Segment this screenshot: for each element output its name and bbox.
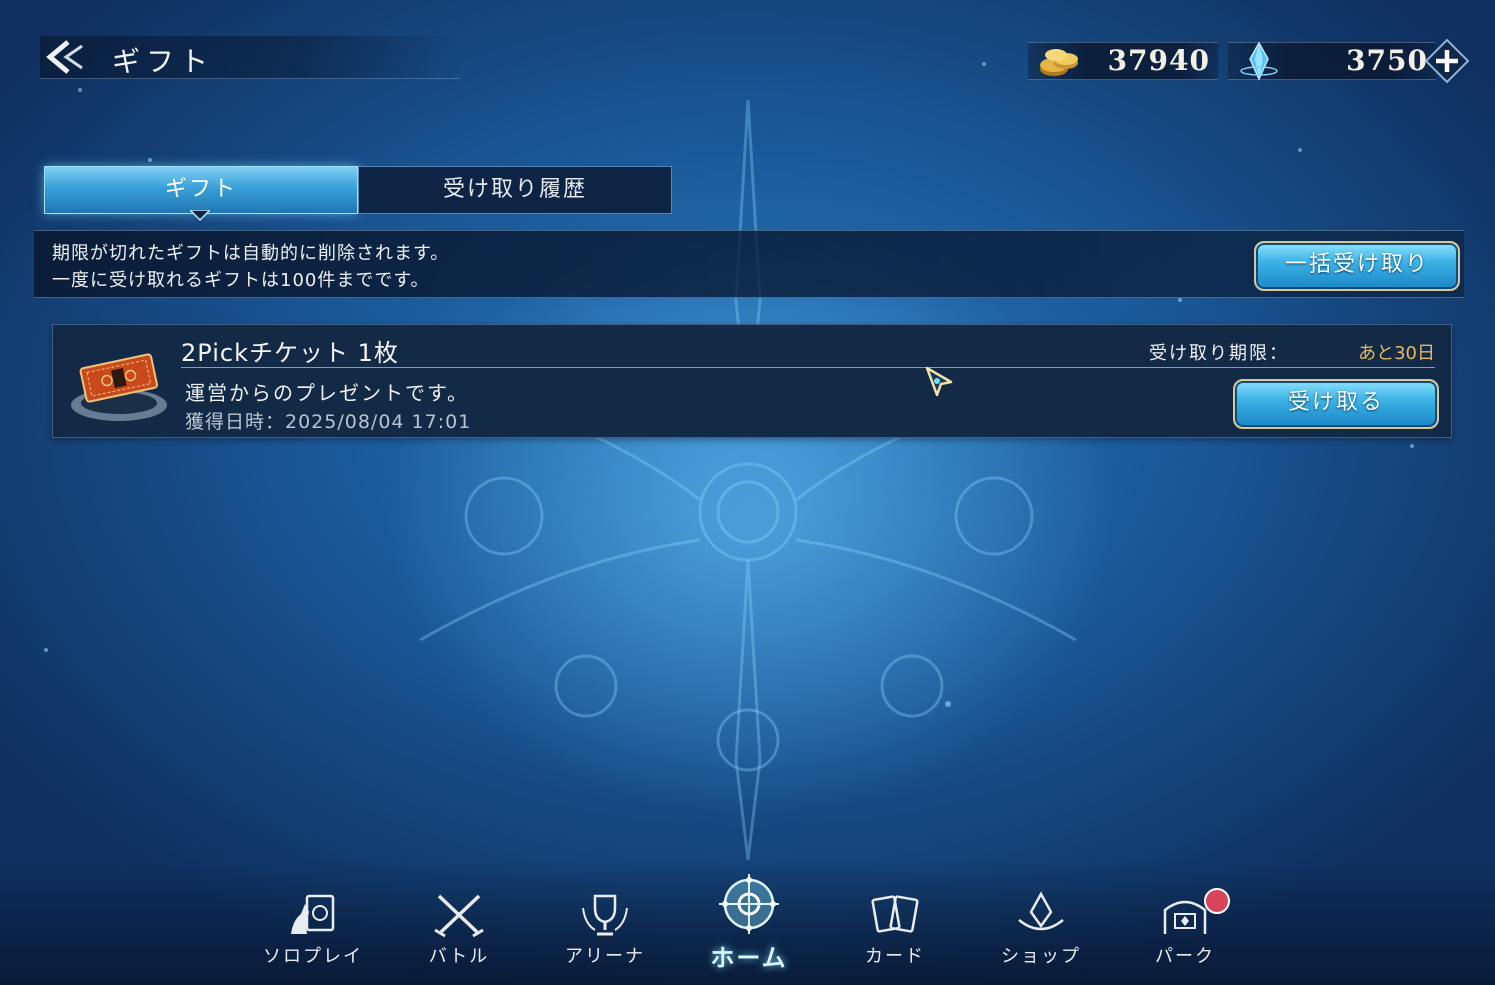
active-tab-pointer-icon — [190, 210, 210, 222]
crystal-currency-display: 3750 — [1228, 41, 1436, 81]
add-currency-button[interactable] — [1424, 38, 1470, 84]
gift-info-notice: 期限が切れたギフトは自動的に削除されます。 一度に受け取れるギフトは100件まで… — [34, 230, 1464, 298]
gift-list-item: 2Pickチケット 1枚 受け取り期限： あと30日 運営からのプレゼントです。… — [52, 324, 1452, 438]
gift-description: 運営からのプレゼントです。 — [185, 381, 469, 405]
nav-park[interactable]: パーク — [1120, 888, 1250, 980]
nav-solo-play[interactable]: ソロプレイ — [248, 890, 378, 980]
back-arrow-icon — [46, 40, 83, 74]
mouse-cursor-icon — [925, 366, 953, 397]
2pick-ticket-icon — [71, 353, 167, 421]
notice-expired-deleted: 期限が切れたギフトは自動的に削除されます。 — [52, 243, 450, 264]
crystal-icon — [1240, 41, 1278, 81]
nav-arena[interactable]: アリーナ — [540, 890, 670, 980]
gift-divider — [181, 367, 1435, 368]
nav-label-cards: カード — [865, 946, 925, 967]
page-title: ギフト — [112, 45, 215, 78]
tab-receive-history[interactable]: 受け取り履歴 — [358, 166, 672, 214]
gift-acquired-date: 獲得日時：2025/08/04 17:01 — [185, 411, 472, 433]
bottom-navigation: ソロプレイ バトル アリーナ ホーム カード ショップ パーク — [0, 860, 1495, 985]
gift-tabs: ギフト 受け取り履歴 — [44, 166, 672, 222]
background-ornament — [44, 62, 1414, 861]
nav-label-arena: アリーナ — [565, 946, 645, 967]
gift-name: 2Pickチケット 1枚 — [181, 339, 399, 367]
plus-icon — [1424, 38, 1470, 84]
nav-battle[interactable]: バトル — [394, 890, 524, 980]
crossed-swords-icon — [434, 894, 484, 938]
nav-label-solo-play: ソロプレイ — [263, 946, 363, 967]
solo-play-icon — [291, 894, 335, 934]
nav-label-battle: バトル — [428, 946, 490, 967]
tab-gift[interactable]: ギフト — [44, 166, 358, 214]
trophy-icon — [582, 894, 628, 936]
nav-label-home: ホーム — [710, 944, 788, 972]
cards-icon — [871, 895, 919, 933]
shop-crystal-icon — [1018, 891, 1064, 931]
notification-badge — [1204, 888, 1230, 914]
home-crest-icon — [719, 874, 779, 934]
gold-currency-display: 37940 — [1028, 42, 1218, 80]
deadline-remaining: あと30日 — [1358, 343, 1435, 364]
gold-coins-icon — [1040, 49, 1078, 76]
gold-amount: 37940 — [1107, 44, 1210, 77]
nav-shop[interactable]: ショップ — [976, 890, 1106, 980]
crystal-amount: 3750 — [1346, 44, 1428, 77]
nav-label-shop: ショップ — [1001, 946, 1081, 967]
nav-cards[interactable]: カード — [830, 890, 960, 980]
notice-receive-limit: 一度に受け取れるギフトは100件までです。 — [52, 270, 430, 291]
title-bar — [40, 36, 460, 79]
nav-label-park: パーク — [1155, 946, 1215, 967]
deadline-label: 受け取り期限： — [1149, 343, 1289, 364]
receive-button[interactable]: 受け取る — [1233, 379, 1439, 429]
nav-home[interactable]: ホーム — [684, 872, 814, 972]
back-button[interactable] — [44, 38, 90, 76]
bulk-receive-button[interactable]: 一括受け取り — [1254, 241, 1460, 291]
